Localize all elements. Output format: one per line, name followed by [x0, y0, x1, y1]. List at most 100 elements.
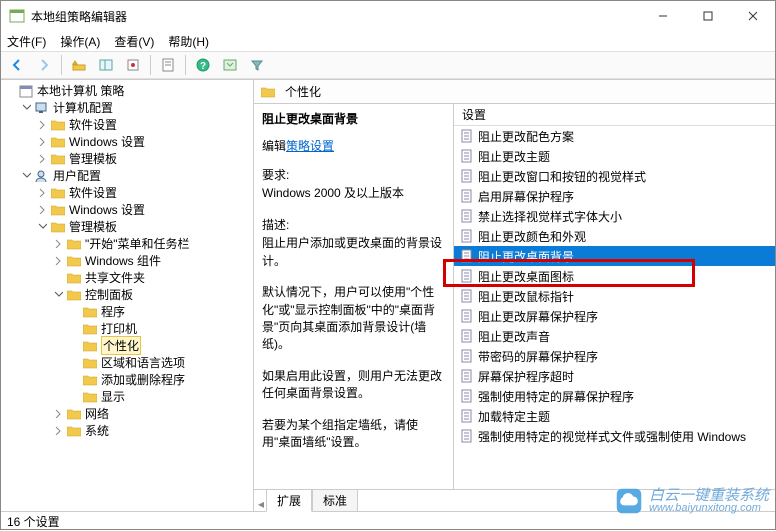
- tree-node[interactable]: 个性化: [1, 337, 253, 354]
- tree-expander-icon[interactable]: [53, 255, 64, 266]
- tree-node-label: 控制面板: [85, 286, 133, 303]
- menu-view[interactable]: 查看(V): [114, 33, 154, 50]
- setting-item[interactable]: 屏幕保护程序超时: [454, 366, 775, 386]
- workspace: 本地计算机 策略计算机配置软件设置Windows 设置管理模板用户配置软件设置W…: [1, 79, 775, 511]
- setting-item[interactable]: 强制使用特定的视觉样式文件或强制使用 Windows: [454, 426, 775, 446]
- tree-node[interactable]: 网络: [1, 405, 253, 422]
- setting-label: 阻止更改主题: [478, 148, 550, 165]
- tree-node[interactable]: 系统: [1, 422, 253, 439]
- tree-expander-icon[interactable]: [37, 204, 48, 215]
- tree-node[interactable]: 管理模板: [1, 218, 253, 235]
- policy-icon: [460, 189, 474, 203]
- tree-node[interactable]: 共享文件夹: [1, 269, 253, 286]
- tree-node[interactable]: 添加或删除程序: [1, 371, 253, 388]
- minimize-button[interactable]: [640, 1, 685, 31]
- setting-item[interactable]: 阻止更改声音: [454, 326, 775, 346]
- tree-node[interactable]: 控制面板: [1, 286, 253, 303]
- tree-node[interactable]: 本地计算机 策略: [1, 82, 253, 99]
- setting-item[interactable]: 阻止更改颜色和外观: [454, 226, 775, 246]
- tree-expander-icon[interactable]: [21, 102, 32, 113]
- export-button[interactable]: [121, 54, 145, 76]
- tree-node-label: 本地计算机 策略: [37, 82, 124, 99]
- tree-node-label: 软件设置: [69, 116, 117, 133]
- settings-list-pane: 设置 阻止更改配色方案阻止更改主题阻止更改窗口和按钮的视觉样式启用屏幕保护程序禁…: [454, 104, 775, 489]
- column-header-setting[interactable]: 设置: [454, 104, 775, 126]
- pc-icon: [34, 101, 50, 115]
- tree-expander-icon[interactable]: [37, 153, 48, 164]
- show-hide-button[interactable]: [94, 54, 118, 76]
- tab-extended[interactable]: 扩展: [266, 490, 312, 512]
- tree-expander-icon[interactable]: [37, 119, 48, 130]
- setting-item[interactable]: 启用屏幕保护程序: [454, 186, 775, 206]
- tree-node[interactable]: 软件设置: [1, 184, 253, 201]
- properties-button[interactable]: [156, 54, 180, 76]
- tree-node[interactable]: Windows 设置: [1, 133, 253, 150]
- tree-expander-icon[interactable]: [37, 136, 48, 147]
- setting-item[interactable]: 阻止更改配色方案: [454, 126, 775, 146]
- setting-item[interactable]: 阻止更改主题: [454, 146, 775, 166]
- menu-help[interactable]: 帮助(H): [168, 33, 209, 50]
- menu-bar: 文件(F) 操作(A) 查看(V) 帮助(H): [1, 31, 775, 51]
- edit-policy-link[interactable]: 策略设置: [286, 137, 334, 154]
- policy-icon: [460, 389, 474, 403]
- maximize-button[interactable]: [685, 1, 730, 31]
- folder-icon: [66, 407, 82, 421]
- tree-expander-icon[interactable]: [53, 238, 64, 249]
- tab-standard[interactable]: 标准: [312, 490, 358, 512]
- tree-expander-icon[interactable]: [53, 289, 64, 300]
- menu-action[interactable]: 操作(A): [60, 33, 100, 50]
- tree-expander-icon[interactable]: [21, 170, 32, 181]
- reapply-filter-button[interactable]: [245, 54, 269, 76]
- requirement-body: Windows 2000 及以上版本: [262, 185, 445, 202]
- tree-node[interactable]: 区域和语言选项: [1, 354, 253, 371]
- tree-node[interactable]: "开始"菜单和任务栏: [1, 235, 253, 252]
- setting-item[interactable]: 加载特定主题: [454, 406, 775, 426]
- tree-node[interactable]: 打印机: [1, 320, 253, 337]
- tree-node[interactable]: 管理模板: [1, 150, 253, 167]
- policy-icon: [460, 329, 474, 343]
- tree-expander-icon[interactable]: [53, 408, 64, 419]
- tree-node[interactable]: 用户配置: [1, 167, 253, 184]
- setting-item[interactable]: 阻止更改鼠标指针: [454, 286, 775, 306]
- tree-node-label: 个性化: [101, 336, 141, 355]
- tree-node[interactable]: Windows 设置: [1, 201, 253, 218]
- folder-icon: [50, 203, 66, 217]
- policy-icon: [460, 289, 474, 303]
- tree-expander-icon: [69, 323, 80, 334]
- up-button[interactable]: [67, 54, 91, 76]
- tree-node[interactable]: 计算机配置: [1, 99, 253, 116]
- setting-item[interactable]: 带密码的屏幕保护程序: [454, 346, 775, 366]
- settings-list[interactable]: 阻止更改配色方案阻止更改主题阻止更改窗口和按钮的视觉样式启用屏幕保护程序禁止选择…: [454, 126, 775, 489]
- setting-item[interactable]: 阻止更改屏幕保护程序: [454, 306, 775, 326]
- tree-node[interactable]: Windows 组件: [1, 252, 253, 269]
- help-button[interactable]: ?: [191, 54, 215, 76]
- forward-button[interactable]: [32, 54, 56, 76]
- folder-icon: [82, 356, 98, 370]
- setting-item[interactable]: 阻止更改窗口和按钮的视觉样式: [454, 166, 775, 186]
- tree-expander-icon[interactable]: [37, 221, 48, 232]
- tree-node-label: 用户配置: [53, 167, 101, 184]
- tree-node[interactable]: 程序: [1, 303, 253, 320]
- tree-node[interactable]: 显示: [1, 388, 253, 405]
- close-button[interactable]: [730, 1, 775, 31]
- filter-options-button[interactable]: [218, 54, 242, 76]
- tree-expander-icon[interactable]: [53, 425, 64, 436]
- setting-label: 强制使用特定的屏幕保护程序: [478, 388, 634, 405]
- folder-icon: [66, 288, 82, 302]
- setting-label: 带密码的屏幕保护程序: [478, 348, 598, 365]
- tree-pane[interactable]: 本地计算机 策略计算机配置软件设置Windows 设置管理模板用户配置软件设置W…: [1, 80, 254, 511]
- setting-label: 阻止更改屏幕保护程序: [478, 308, 598, 325]
- back-button[interactable]: [5, 54, 29, 76]
- tree-node[interactable]: 软件设置: [1, 116, 253, 133]
- setting-item[interactable]: 阻止更改桌面图标: [454, 266, 775, 286]
- setting-label: 阻止更改颜色和外观: [478, 228, 586, 245]
- setting-item[interactable]: 禁止选择视觉样式字体大小: [454, 206, 775, 226]
- setting-item[interactable]: 阻止更改桌面背景: [454, 246, 775, 266]
- tree-expander-icon[interactable]: [37, 187, 48, 198]
- setting-label: 阻止更改鼠标指针: [478, 288, 574, 305]
- description-label: 描述:: [262, 216, 445, 233]
- policy-icon: [460, 129, 474, 143]
- tree-node-label: 管理模板: [69, 218, 117, 235]
- setting-item[interactable]: 强制使用特定的屏幕保护程序: [454, 386, 775, 406]
- menu-file[interactable]: 文件(F): [7, 33, 46, 50]
